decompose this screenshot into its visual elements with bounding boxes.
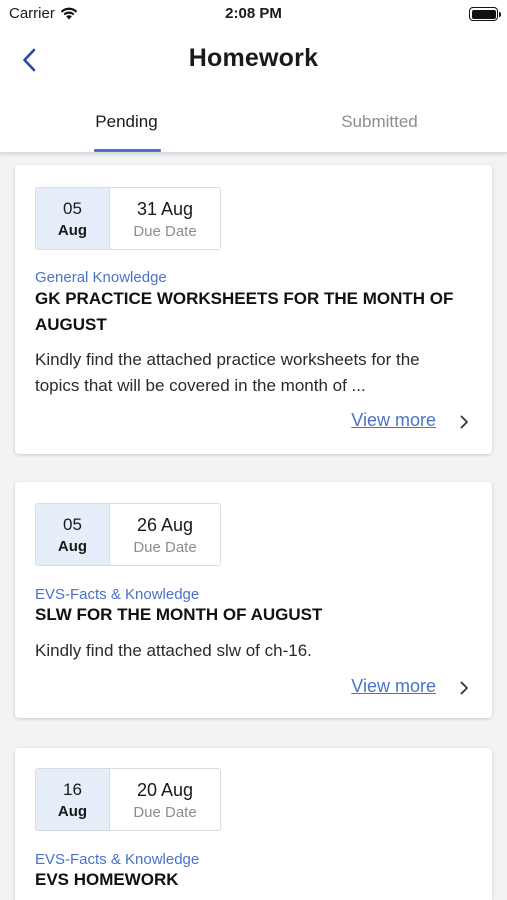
- assigned-month: Aug: [57, 222, 88, 239]
- navigation-bar: Homework: [0, 30, 507, 90]
- homework-title: GK PRACTICE WORKSHEETS FOR THE MONTH OF …: [35, 289, 454, 334]
- assigned-month: Aug: [57, 538, 88, 555]
- battery-icon: [469, 7, 501, 21]
- date-box: 16 Aug 20 Aug Due Date: [35, 768, 221, 831]
- homework-card[interactable]: 05 Aug 31 Aug Due Date General Knowledge…: [15, 165, 492, 454]
- page-title: Homework: [188, 44, 319, 72]
- tab-submitted[interactable]: Submitted: [253, 90, 506, 152]
- assigned-day: 05: [63, 515, 82, 534]
- homework-card[interactable]: 05 Aug 26 Aug Due Date EVS-Facts & Knowl…: [15, 482, 492, 718]
- assigned-day: 16: [63, 780, 82, 799]
- chevron-right-icon[interactable]: [456, 414, 472, 430]
- due-date-value: 31 Aug: [136, 199, 194, 219]
- date-box: 05 Aug 31 Aug Due Date: [35, 187, 221, 250]
- active-tab-indicator: [94, 149, 161, 152]
- assigned-month: Aug: [57, 803, 88, 820]
- due-date: 20 Aug Due Date: [110, 769, 220, 830]
- due-date: 31 Aug Due Date: [110, 188, 220, 249]
- subject-label: General Knowledge: [35, 269, 167, 286]
- assigned-date: 16 Aug: [36, 769, 110, 830]
- due-date-value: 20 Aug: [136, 780, 194, 800]
- view-more-link[interactable]: View more: [351, 676, 436, 697]
- chevron-right-icon[interactable]: [456, 680, 472, 696]
- due-date-label: Due Date: [133, 223, 197, 240]
- due-date-value: 26 Aug: [136, 515, 194, 535]
- due-date: 26 Aug Due Date: [110, 504, 220, 565]
- clock: 2:08 PM: [225, 5, 282, 22]
- tab-bar: Pending Submitted: [0, 90, 507, 153]
- homework-description: Kindly find the attached slw of ch-16.: [35, 641, 312, 660]
- due-date-label: Due Date: [133, 804, 197, 821]
- homework-card[interactable]: 16 Aug 20 Aug Due Date EVS-Facts & Knowl…: [15, 748, 492, 900]
- due-date-label: Due Date: [133, 539, 197, 556]
- status-bar: Carrier 2:08 PM: [0, 0, 507, 30]
- tab-pending[interactable]: Pending: [0, 90, 253, 152]
- subject-label: EVS-Facts & Knowledge: [35, 586, 200, 603]
- assigned-day: 05: [63, 199, 82, 218]
- homework-description: Kindly find the attached practice worksh…: [35, 350, 420, 395]
- assigned-date: 05 Aug: [36, 504, 110, 565]
- view-more-link[interactable]: View more: [351, 410, 436, 431]
- subject-label: EVS-Facts & Knowledge: [35, 851, 200, 868]
- homework-title: SLW FOR THE MONTH OF AUGUST: [35, 605, 323, 624]
- date-box: 05 Aug 26 Aug Due Date: [35, 503, 221, 566]
- homework-title: EVS HOMEWORK: [35, 870, 179, 889]
- assigned-date: 05 Aug: [36, 188, 110, 249]
